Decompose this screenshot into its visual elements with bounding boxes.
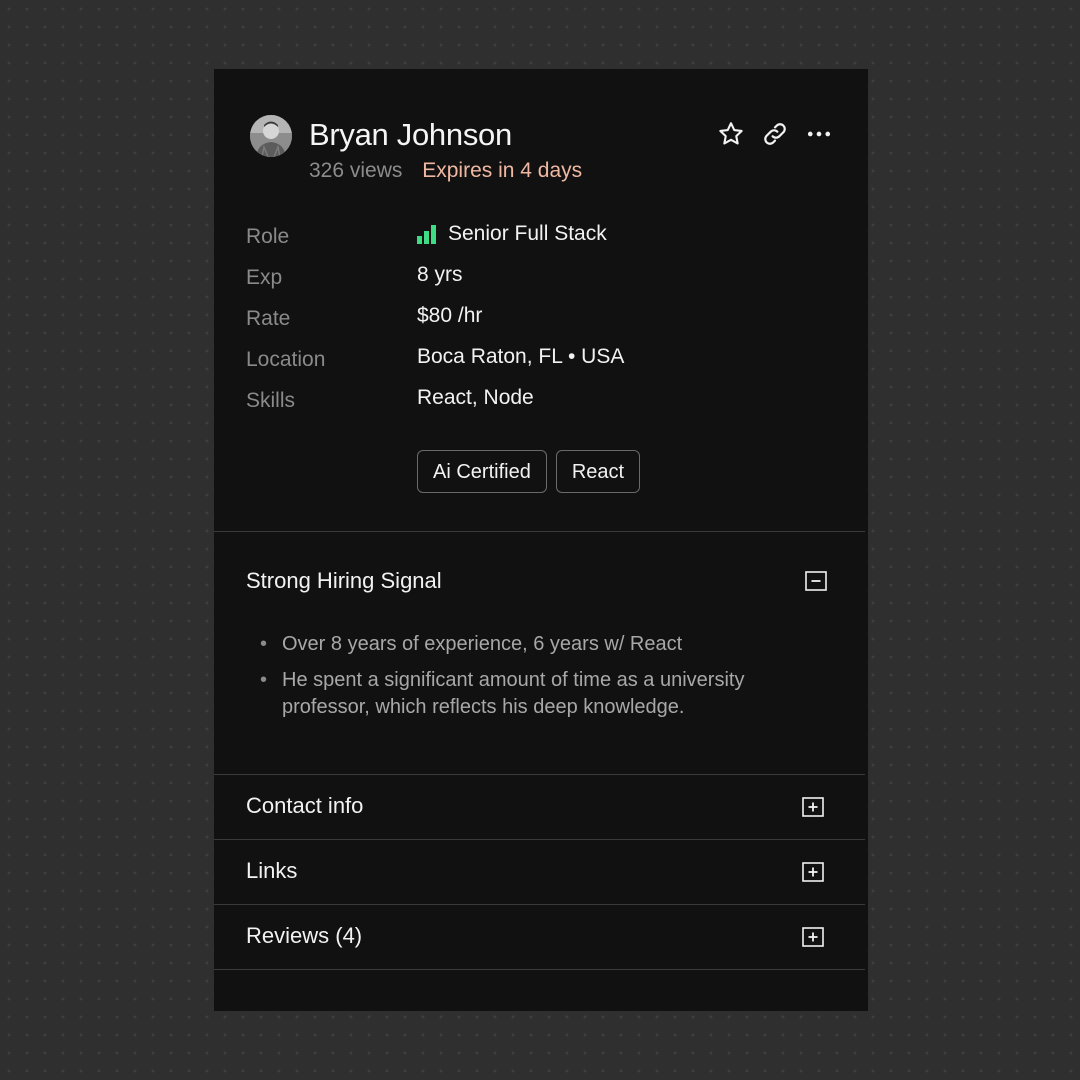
detail-label: Role xyxy=(246,225,290,248)
more-options-button[interactable] xyxy=(804,119,834,149)
expires-badge: Expires in 4 days xyxy=(422,159,583,182)
more-icon xyxy=(807,131,831,137)
hiring-signal-title[interactable]: Strong Hiring Signal xyxy=(246,568,442,594)
expand-reviews-button[interactable] xyxy=(802,927,824,947)
profile-details: Role Senior Full Stack Exp 8 yrs Rate $8… xyxy=(246,219,834,424)
plus-box-icon xyxy=(802,927,824,947)
copy-link-button[interactable] xyxy=(760,119,790,149)
avatar-photo-icon xyxy=(250,115,292,157)
section-title: Reviews (4) xyxy=(246,923,363,948)
detail-value: $80 /hr xyxy=(417,304,483,327)
tag-ai-certified[interactable]: Ai Certified xyxy=(417,450,547,493)
detail-value: Senior Full Stack xyxy=(417,222,607,246)
detail-label: Rate xyxy=(246,307,291,330)
detail-label: Exp xyxy=(246,266,283,289)
minus-box-icon xyxy=(805,571,827,591)
divider xyxy=(214,969,865,970)
collapse-hiring-signal-button[interactable] xyxy=(805,571,827,591)
section-links[interactable]: Links xyxy=(214,840,865,904)
hiring-signal-bullets: Over 8 years of experience, 6 years w/ R… xyxy=(260,631,802,730)
link-icon xyxy=(764,123,786,145)
section-contact-info[interactable]: Contact info xyxy=(214,775,865,839)
detail-label: Location xyxy=(246,348,326,371)
expand-contact-info-button[interactable] xyxy=(802,797,824,817)
detail-row-role: Role Senior Full Stack xyxy=(246,219,834,260)
star-icon xyxy=(719,122,743,145)
tag-react[interactable]: React xyxy=(555,450,641,493)
signal-bars-icon xyxy=(417,224,438,244)
role-value: Senior Full Stack xyxy=(448,222,607,245)
list-item: He spent a significant amount of time as… xyxy=(260,667,802,721)
plus-box-icon xyxy=(802,862,824,882)
section-title: Links xyxy=(246,858,298,883)
tag-list: Ai Certified React xyxy=(417,450,649,493)
detail-row-skills: Skills React, Node xyxy=(246,383,834,424)
avatar[interactable] xyxy=(250,115,292,157)
detail-value: React, Node xyxy=(417,386,534,409)
detail-value: 8 yrs xyxy=(417,263,463,286)
plus-box-icon xyxy=(802,797,824,817)
divider xyxy=(214,531,865,532)
profile-header: Bryan Johnson 326 views Expires in 4 day… xyxy=(248,115,834,195)
section-title: Contact info xyxy=(246,793,364,818)
profile-card: Bryan Johnson 326 views Expires in 4 day… xyxy=(214,69,868,1011)
detail-label: Skills xyxy=(246,389,296,412)
detail-value: Boca Raton, FL • USA xyxy=(417,345,625,368)
views-count: 326 views xyxy=(309,159,403,182)
profile-name: Bryan Johnson xyxy=(309,117,512,152)
detail-row-rate: Rate $80 /hr xyxy=(246,301,834,342)
header-actions xyxy=(702,119,834,149)
favorite-button[interactable] xyxy=(716,119,746,149)
section-reviews[interactable]: Reviews (4) xyxy=(214,905,865,969)
detail-row-location: Location Boca Raton, FL • USA xyxy=(246,342,834,383)
expand-links-button[interactable] xyxy=(802,862,824,882)
detail-row-exp: Exp 8 yrs xyxy=(246,260,834,301)
profile-meta: 326 views Expires in 4 days xyxy=(309,157,582,185)
list-item: Over 8 years of experience, 6 years w/ R… xyxy=(260,631,802,658)
